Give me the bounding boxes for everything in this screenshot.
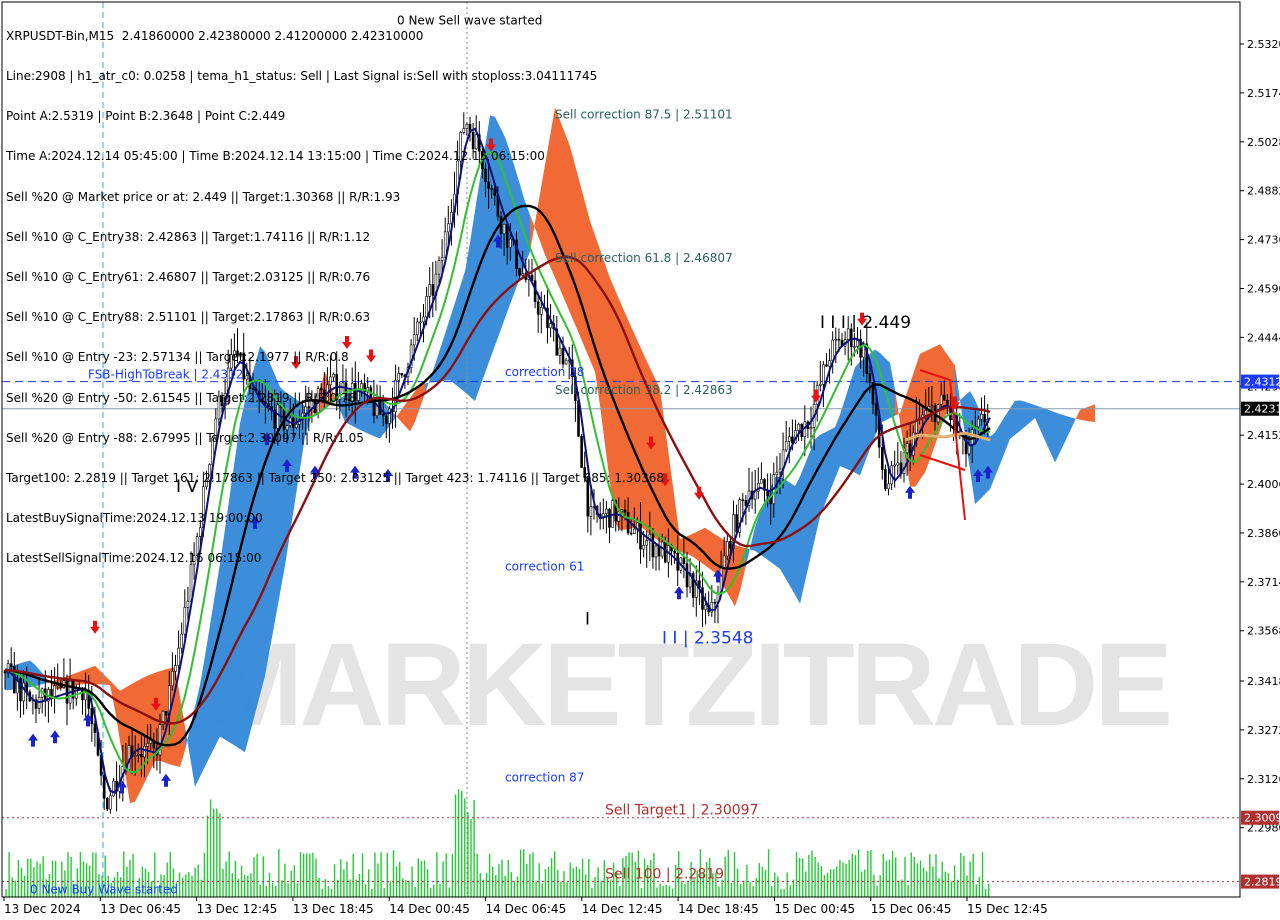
info-line-last-buy: LatestBuySignalTime:2024.12.13 19:00:00 [6,511,263,526]
annotation-label: 0 New Buy Wave started [30,883,178,897]
annotation-label: correction 87 [505,770,584,784]
level-label: Sell Target1 | 2.30097 [605,803,758,819]
y-tick-label: 2.3568 [1247,625,1280,638]
y-tick-label: 2.4590 [1247,282,1280,295]
y-tick-label: 2.4152 [1247,429,1280,442]
x-tick-label: 14 Dec 18:45 [678,902,759,916]
info-line-sell-market: Sell %20 @ Market price or at: 2.449 || … [6,189,401,204]
info-line-times: Time A:2024.12.14 05:45:00 | Time B:2024… [6,149,545,164]
y-tick-label: 2.4736 [1247,234,1280,247]
x-tick-label: 15 Dec 00:45 [774,902,855,916]
y-tick-label: 2.3714 [1247,576,1280,589]
info-panel: XRPUSDT-Bin,M15 2.41860000 2.42380000 2.… [6,3,664,579]
x-tick-label: 13 Dec 18:45 [293,902,374,916]
y-tick-label: 2.3272 [1247,724,1280,737]
info-line-status: Line:2908 | h1_atr_c0: 0.0258 | tema_h1_… [6,69,598,84]
y-tick-label: 2.4444 [1247,331,1280,344]
y-tick-label: 2.5320 [1247,38,1280,51]
y-tick-label: 2.4006 [1247,478,1280,491]
x-tick-label: 14 Dec 06:45 [486,902,567,916]
info-line-sell-e88: Sell %20 @ Entry -88: 2.67995 || Target:… [6,430,364,445]
y-tick-label: 2.3860 [1247,527,1280,540]
wave-label: I I | 2.3548 [662,628,753,648]
info-line-points: Point A:2.5319 | Point B:2.3648 | Point … [6,109,286,124]
x-tick-label: 15 Dec 12:45 [967,902,1048,916]
price-tag-label: 2.4312 [1244,376,1280,389]
level-label: Sell 100 | 2.2819 [605,867,724,883]
info-line-sell-c61: Sell %10 @ C_Entry61: 2.46807 || Target:… [6,270,371,285]
y-tick-label: 2.5028 [1247,136,1280,149]
price-tag-label: 2.3009 [1244,812,1280,825]
y-tick-label: 2.5174 [1247,87,1280,100]
x-tick-label: 13 Dec 06:45 [100,902,181,916]
wave-label: I I I | 2.449 [820,313,911,333]
price-tag-label: 2.4231 [1244,403,1280,416]
y-tick-label: 2.3126 [1247,773,1280,786]
y-tick-label: 2.4882 [1247,185,1280,198]
info-line-symbol: XRPUSDT-Bin,M15 2.41860000 2.42380000 2.… [6,28,424,43]
x-tick-label: 15 Dec 06:45 [871,902,952,916]
info-line-sell-c38: Sell %10 @ C_Entry38: 2.42863 || Target:… [6,229,371,244]
wave-label: I [585,609,590,629]
info-line-targets: Target100: 2.2819 || Target 161: 2.17863… [6,471,665,486]
y-tick-label: 2.3418 [1247,675,1280,688]
x-tick-label: 14 Dec 00:45 [389,902,470,916]
x-tick-label: 14 Dec 12:45 [582,902,663,916]
x-tick-label: 13 Dec 12:45 [197,902,278,916]
x-tick-label: 13 Dec 2024 [4,902,81,916]
info-line-sell-c88: Sell %10 @ C_Entry88: 2.51101 || Target:… [6,310,371,325]
price-tag-label: 2.2819 [1244,876,1280,889]
info-line-last-sell: LatestSellSignalTime:2024.12.15 06:15:00 [6,551,262,566]
info-line-sell-e23: Sell %10 @ Entry -23: 2.57134 || Target:… [6,350,349,365]
info-line-sell-e50: Sell %20 @ Entry -50: 2.61545 || Target:… [6,390,357,405]
